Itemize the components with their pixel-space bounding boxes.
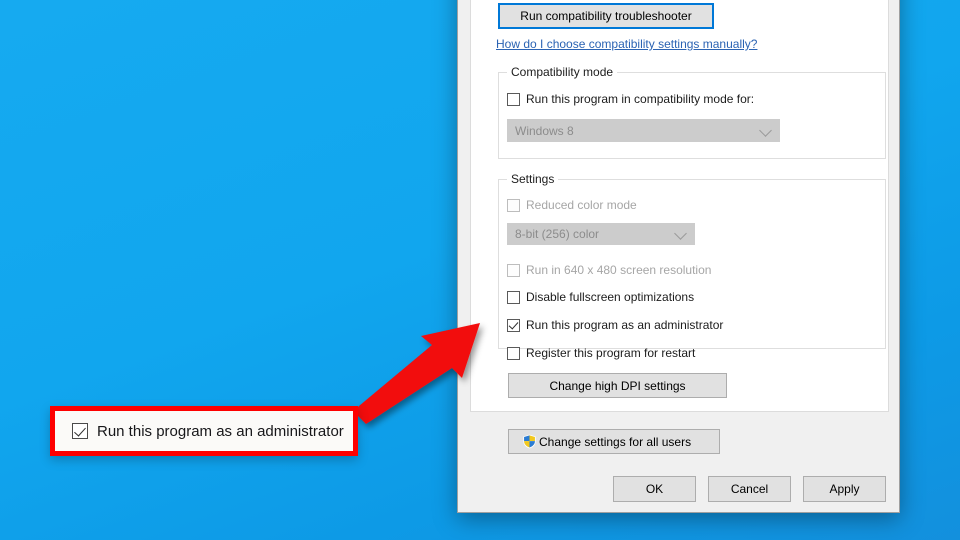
change-settings-for-all-users-label: Change settings for all users: [539, 434, 692, 449]
checkbox-reduced-color-mode-label: Reduced color mode: [526, 198, 637, 212]
checkbox-low-resolution-box: [507, 263, 520, 277]
program-properties-dialog: Run compatibility troubleshooter How do …: [457, 0, 900, 513]
callout-checkbox-run-as-administrator-box[interactable]: [72, 423, 88, 439]
checkbox-reduced-color-mode[interactable]: Reduced color mode: [507, 198, 637, 212]
checkbox-low-resolution-label: Run in 640 x 480 screen resolution: [526, 263, 712, 277]
checkbox-register-for-restart-label: Register this program for restart: [526, 346, 696, 360]
color-depth-select: 8-bit (256) color: [507, 223, 695, 245]
chevron-down-icon: [674, 227, 687, 240]
checkbox-run-as-administrator[interactable]: Run this program as an administrator: [507, 318, 723, 332]
compatibility-tab-panel: Run compatibility troubleshooter How do …: [470, 0, 889, 454]
color-depth-select-value: 8-bit (256) color: [515, 227, 600, 241]
compatibility-help-link[interactable]: How do I choose compatibility settings m…: [496, 37, 757, 51]
checkbox-run-in-compatibility-mode[interactable]: Run this program in compatibility mode f…: [507, 92, 754, 106]
compatibility-mode-group-title: Compatibility mode: [507, 65, 618, 79]
ok-button[interactable]: OK: [613, 476, 696, 502]
highlight-callout-inner: Run this program as an administrator: [55, 411, 353, 451]
checkbox-run-as-administrator-box[interactable]: [507, 318, 520, 332]
run-compatibility-troubleshooter-button[interactable]: Run compatibility troubleshooter: [498, 3, 714, 29]
checkbox-low-resolution[interactable]: Run in 640 x 480 screen resolution: [507, 263, 711, 277]
compatibility-mode-group: Compatibility mode: [498, 65, 886, 159]
desktop-screen: Run compatibility troubleshooter How do …: [0, 0, 960, 540]
highlight-callout-box: Run this program as an administrator: [50, 406, 358, 456]
chevron-down-icon: [759, 123, 772, 137]
checkbox-disable-fullscreen-optimizations[interactable]: Disable fullscreen optimizations: [507, 290, 694, 304]
uac-shield-icon: [523, 434, 536, 449]
compatibility-os-select[interactable]: Windows 8: [507, 119, 780, 142]
dialog-footer-buttons: OK Cancel Apply: [613, 476, 886, 502]
checkbox-run-in-compatibility-mode-label: Run this program in compatibility mode f…: [526, 92, 755, 106]
callout-checkbox-run-as-administrator-label: Run this program as an administrator: [97, 422, 344, 440]
settings-group-title: Settings: [507, 172, 559, 186]
compatibility-os-select-value: Windows 8: [515, 123, 574, 138]
cancel-button[interactable]: Cancel: [708, 476, 791, 502]
checkbox-register-for-restart[interactable]: Register this program for restart: [507, 346, 695, 360]
checkbox-run-as-administrator-label: Run this program as an administrator: [526, 318, 724, 332]
change-high-dpi-settings-button[interactable]: Change high DPI settings: [508, 373, 727, 398]
checkbox-disable-fullscreen-optimizations-label: Disable fullscreen optimizations: [526, 290, 695, 304]
checkbox-disable-fullscreen-optimizations-box[interactable]: [507, 290, 520, 304]
apply-button[interactable]: Apply: [803, 476, 886, 502]
checkbox-register-for-restart-box[interactable]: [507, 346, 520, 360]
checkbox-reduced-color-mode-box: [507, 198, 520, 212]
change-settings-for-all-users-button[interactable]: Change settings for all users: [508, 429, 720, 454]
checkbox-run-in-compatibility-mode-box[interactable]: [507, 92, 520, 106]
